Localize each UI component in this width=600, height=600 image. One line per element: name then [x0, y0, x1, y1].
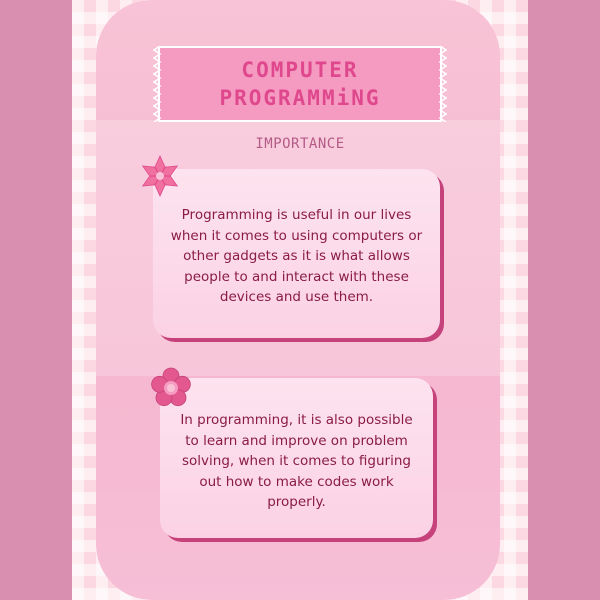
info-card-2-text: In programming, it is also possible to l…: [180, 412, 413, 510]
title-line-2: PROGRAMMiNG: [219, 86, 381, 110]
title-banner: COMPUTER PROGRAMMiNG: [152, 46, 448, 122]
page-title: COMPUTER PROGRAMMiNG: [158, 56, 442, 112]
flower-icon: [141, 155, 179, 197]
flower-icon: [151, 367, 191, 407]
subtitle: IMPORTANCE: [255, 136, 345, 152]
title-line-1: COMPUTER: [241, 58, 359, 82]
info-card-1: Programming is useful in our lives when …: [153, 169, 440, 338]
info-card-1-text: Programming is useful in our lives when …: [170, 207, 423, 305]
info-card-2: In programming, it is also possible to l…: [160, 378, 433, 538]
